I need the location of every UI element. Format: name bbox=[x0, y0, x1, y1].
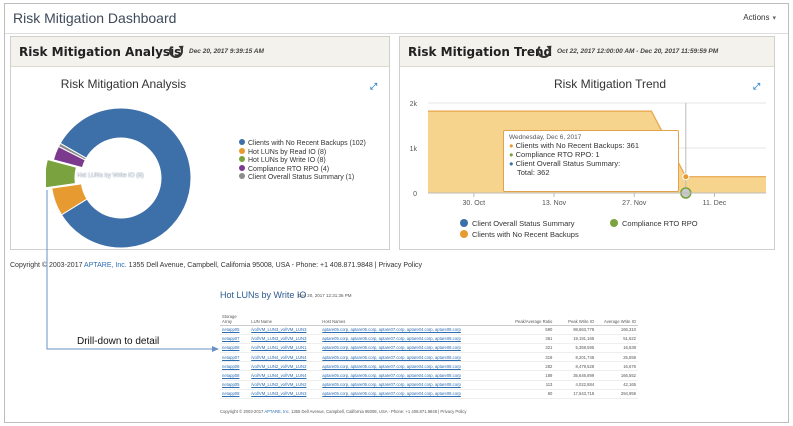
table-cell[interactable]: aptare05.corp, aptare06.corp, aptare07.c… bbox=[320, 361, 513, 372]
table-cell: 294,959 bbox=[596, 389, 638, 400]
table-row: netapp08/vol/VM_LUN2_vol/VM_LUN2 aptare05… bbox=[220, 361, 638, 372]
table-cell[interactable]: /vol/VM_LUN1_vol/VM_LUN1 bbox=[249, 343, 321, 354]
table-cell: 60 bbox=[512, 389, 555, 400]
detail-report: Hot LUNs by Write IO Dec 20, 2017 12:31:… bbox=[220, 287, 640, 420]
table-cell: 51,622 bbox=[596, 334, 638, 344]
table-cell: 25,559 bbox=[596, 352, 638, 363]
table-cell[interactable]: /vol/VM_LUN3_vol/VM_LUN3 bbox=[249, 334, 321, 344]
detail-footer-brand[interactable]: APTARE, Inc. bbox=[264, 409, 290, 414]
table-row: netapp08/vol/VM_LUN3_vol/VM_LUN3 aptare05… bbox=[220, 389, 638, 400]
table-cell: 4,022,884 bbox=[554, 380, 597, 390]
detail-title: Hot LUNs by Write IO bbox=[220, 290, 307, 300]
table-row: netapp08/vol/VM_LUN4_vol/VM_LUN4 aptare05… bbox=[220, 370, 638, 381]
table-cell[interactable]: netapp05 bbox=[220, 380, 250, 390]
table-cell: 8,479,528 bbox=[554, 361, 597, 372]
table-cell[interactable]: /vol/VM_LUN2_vol/VM_LUN2 bbox=[249, 361, 321, 372]
drill-down-note: Drill-down to detail bbox=[77, 336, 160, 347]
table-header-row: Storage Array LUN Name Host Names Peak/Aver… bbox=[220, 309, 638, 326]
table-cell: 590 bbox=[512, 325, 555, 335]
table-cell[interactable]: /vol/VM_LUN3_vol/VM_LUN3 bbox=[249, 325, 321, 335]
table-cell: 19,191,165 bbox=[554, 334, 597, 344]
table-cell: 17,643,718 bbox=[554, 389, 597, 400]
table-cell[interactable]: aptare05.corp, aptare06.corp, aptare07.c… bbox=[320, 325, 513, 335]
table-cell: 319 bbox=[512, 352, 555, 363]
table-cell: 35,646,899 bbox=[554, 370, 597, 381]
table-cell: 189 bbox=[512, 370, 555, 381]
table-row: netapp07/vol/VM_LUN4_vol/VM_LUN4 aptare05… bbox=[220, 352, 638, 363]
table-cell[interactable]: aptare05.corp, aptare06.corp, aptare07.c… bbox=[320, 352, 513, 363]
column-header[interactable]: LUN Name bbox=[249, 309, 321, 326]
detail-footer-prefix: Copyright © 2003-2017 bbox=[220, 409, 264, 414]
table-cell[interactable]: netapp08 bbox=[220, 370, 250, 381]
table-cell[interactable]: netapp08 bbox=[220, 343, 250, 354]
column-header[interactable]: Peak Write IO bbox=[554, 309, 597, 326]
table-row: netapp08/vol/VM_LUN1_vol/VM_LUN1 aptare05… bbox=[220, 343, 638, 354]
table-cell[interactable]: /vol/VM_LUN4_vol/VM_LUN4 bbox=[249, 370, 321, 381]
table-cell: 321 bbox=[512, 343, 555, 354]
table-cell[interactable]: netapp08 bbox=[220, 361, 250, 372]
table-cell: 166,310 bbox=[596, 325, 638, 335]
table-cell: 8,201,748 bbox=[554, 352, 597, 363]
table-cell[interactable]: netapp07 bbox=[220, 334, 250, 344]
table-cell[interactable]: aptare05.corp, aptare06.corp, aptare07.c… bbox=[320, 389, 513, 400]
detail-footer-text: 1355 Dell Avenue, Campbell, California 9… bbox=[291, 409, 467, 414]
detail-footer: Copyright © 2003-2017 APTARE, Inc. 1355 … bbox=[220, 409, 467, 414]
table-cell: 361 bbox=[512, 334, 555, 344]
table-cell[interactable]: netapp07 bbox=[220, 352, 250, 363]
table-cell[interactable]: aptare05.corp, aptare06.corp, aptare07.c… bbox=[320, 334, 513, 344]
detail-date: Dec 20, 2017 12:31:36 PM bbox=[298, 293, 352, 298]
table-cell[interactable]: aptare05.corp, aptare06.corp, aptare07.c… bbox=[320, 370, 513, 381]
table-cell: 42,165 bbox=[596, 380, 638, 390]
table-cell[interactable]: netapp08 bbox=[220, 389, 250, 400]
table-cell[interactable]: /vol/VM_LUN2_vol/VM_LUN2 bbox=[249, 380, 321, 390]
table-cell: 16,676 bbox=[596, 361, 638, 372]
table-cell[interactable]: /vol/VM_LUN4_vol/VM_LUN4 bbox=[249, 352, 321, 363]
detail-table: Storage Array LUN Name Host Names Peak/Aver… bbox=[220, 309, 638, 400]
table-cell: 98,663,778 bbox=[554, 325, 597, 335]
table-cell: 113 bbox=[512, 380, 555, 390]
table-row: netapp07/vol/VM_LUN3_vol/VM_LUN3 aptare05… bbox=[220, 334, 638, 344]
column-header[interactable]: Storage Array bbox=[220, 309, 250, 326]
table-row: netapp05/vol/VM_LUN3_vol/VM_LUN3 aptare05… bbox=[220, 325, 638, 335]
column-header[interactable]: Peak/Average Ratio bbox=[512, 309, 555, 326]
table-cell[interactable]: aptare05.corp, aptare06.corp, aptare07.c… bbox=[320, 380, 513, 390]
table-cell: 166,552 bbox=[596, 370, 638, 381]
table-cell[interactable]: netapp05 bbox=[220, 325, 250, 335]
table-cell[interactable]: aptare05.corp, aptare06.corp, aptare07.c… bbox=[320, 343, 513, 354]
table-cell: 16,639 bbox=[596, 343, 638, 354]
column-header[interactable]: Average Write IO bbox=[596, 309, 638, 326]
column-header[interactable]: Host Names bbox=[320, 309, 513, 326]
table-cell: 282 bbox=[512, 361, 555, 372]
table-cell[interactable]: /vol/VM_LUN3_vol/VM_LUN3 bbox=[249, 389, 321, 400]
table-row: netapp05/vol/VM_LUN2_vol/VM_LUN2 aptare05… bbox=[220, 380, 638, 390]
table-cell: 5,359,595 bbox=[554, 343, 597, 354]
